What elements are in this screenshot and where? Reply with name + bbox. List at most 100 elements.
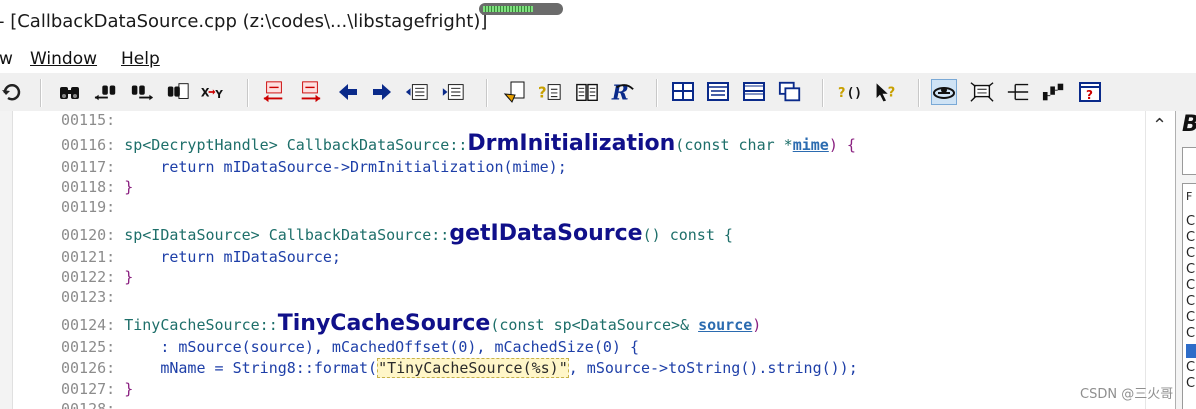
list-item[interactable]: C <box>1186 246 1195 261</box>
list-item[interactable]: C <box>1186 294 1195 309</box>
svg-text:Y: Y <box>214 89 223 101</box>
code-text: return mIDataSource; <box>124 248 341 266</box>
code-editor[interactable]: 00115: 00116: sp<DecryptHandle> Callback… <box>13 111 1145 409</box>
scroll-up-icon[interactable]: ⌃ <box>1152 115 1167 136</box>
line-number: 00122: <box>61 268 116 286</box>
menu-window[interactable]: Window <box>30 49 97 69</box>
browse-icon[interactable] <box>931 79 957 105</box>
list-item[interactable]: C <box>1186 326 1195 341</box>
indent-icon[interactable] <box>405 80 429 104</box>
code-line: 00120: sp<IDataSource> CallbackDataSourc… <box>61 221 733 246</box>
panel-search-input[interactable] <box>1182 147 1196 175</box>
help-window-icon[interactable]: ? <box>1078 80 1102 104</box>
svg-text:?: ? <box>1086 88 1093 102</box>
list-header: F <box>1186 190 1193 203</box>
tree-icon[interactable] <box>1006 80 1030 104</box>
symbol-list[interactable]: F C C C C C C C C C C <box>1182 183 1196 409</box>
code-line: 00128: <box>61 400 115 409</box>
code-prefix: sp<DecryptHandle> CallbackDataSource:: <box>124 136 468 154</box>
outdent-icon[interactable] <box>441 80 465 104</box>
window-panel-icon[interactable] <box>706 80 730 104</box>
title-bar: - [CallbackDataSource.cpp (z:\codes\...\… <box>0 0 1196 44</box>
watermark: CSDN @三火哥 <box>1080 387 1174 402</box>
code-line: 00126: mName = String8::format("TinyCach… <box>61 358 858 378</box>
progress-indicator <box>479 3 563 15</box>
code-params: (const sp<DataSource>& <box>490 316 699 334</box>
code-line: 00125: : mSource(source), mCachedOffset(… <box>61 338 639 356</box>
list-item[interactable]: C <box>1186 214 1195 229</box>
list-item[interactable]: C <box>1186 230 1195 245</box>
back-arrow-icon[interactable] <box>336 80 360 104</box>
menu-view[interactable]: w <box>0 49 13 69</box>
toolbar: XY ? R ?() ? ? <box>0 73 1196 112</box>
find-icon[interactable] <box>58 80 82 104</box>
graph-icon[interactable] <box>1042 80 1066 104</box>
string-literal: "TinyCacheSource(%s)" <box>377 358 569 378</box>
menu-bar: w Window Help <box>0 46 1196 72</box>
line-number: 00127: <box>61 380 116 398</box>
svg-text:?: ? <box>538 85 547 102</box>
layout-icon[interactable] <box>970 80 994 104</box>
window-title: - [CallbackDataSource.cpp (z:\codes\...\… <box>0 11 488 32</box>
line-number: 00124: <box>61 316 116 334</box>
code-line: 00122: } <box>61 268 133 286</box>
code-suffix: ) <box>752 316 762 334</box>
book-icon[interactable] <box>575 80 599 104</box>
window-tile-icon[interactable] <box>671 80 695 104</box>
line-number: 00118: <box>61 178 116 196</box>
code-params: () const { <box>642 226 733 244</box>
project-icon[interactable] <box>503 80 527 104</box>
svg-text:X: X <box>201 86 210 99</box>
function-name[interactable]: TinyCacheSource <box>278 311 491 336</box>
bookmark-prev-icon[interactable] <box>262 80 286 104</box>
code-text: return mIDataSource->DrmInitialization(m… <box>124 158 567 176</box>
code-text: } <box>124 178 134 196</box>
code-line: 00116: sp<DecryptHandle> CallbackDataSou… <box>61 131 856 156</box>
list-item[interactable]: C <box>1186 278 1195 293</box>
menu-help[interactable]: Help <box>121 49 160 69</box>
code-text: } <box>124 268 134 286</box>
menu-window-label: Window <box>30 49 98 69</box>
code-line: 00124: TinyCacheSource::TinyCacheSource(… <box>61 311 761 336</box>
code-line: 00115: <box>61 111 115 129</box>
function-name[interactable]: DrmInitialization <box>467 131 675 156</box>
line-number: 00119: <box>61 198 116 216</box>
line-number: 00128: <box>61 400 116 409</box>
code-suffix: , mSource->toString().string()); <box>568 359 858 377</box>
list-item-selected[interactable] <box>1186 344 1196 358</box>
line-number: 00123: <box>61 288 116 306</box>
list-item[interactable]: C <box>1186 262 1195 277</box>
window-split-icon[interactable] <box>742 80 766 104</box>
code-text: } <box>124 380 134 398</box>
vertical-scrollbar[interactable]: ⌃ <box>1145 111 1175 409</box>
code-line: 00121: return mIDataSource; <box>61 248 341 266</box>
bookmark-next-icon[interactable] <box>298 80 322 104</box>
code-line: 00117: return mIDataSource->DrmInitializ… <box>61 158 567 176</box>
code-prefix: TinyCacheSource:: <box>124 316 278 334</box>
lookup-icon[interactable]: ?() <box>838 80 862 104</box>
code-suffix: ) { <box>828 136 856 154</box>
find-next-icon[interactable] <box>130 80 154 104</box>
symbol-icon[interactable]: ? <box>538 80 562 104</box>
context-help-icon[interactable]: ? <box>874 80 898 104</box>
code-line: 00119: <box>61 198 115 216</box>
list-item[interactable]: C <box>1186 376 1195 391</box>
function-name[interactable]: getIDataSource <box>449 221 642 246</box>
find-in-files-icon[interactable] <box>166 80 190 104</box>
code-prefix: sp<IDataSource> CallbackDataSource:: <box>124 226 450 244</box>
list-item[interactable]: C <box>1186 310 1195 325</box>
list-item[interactable]: C <box>1186 360 1195 375</box>
refresh-icon[interactable] <box>0 80 24 104</box>
window-cascade-icon[interactable] <box>778 80 802 104</box>
line-number: 00125: <box>61 338 116 356</box>
relation-icon[interactable]: R <box>611 80 635 104</box>
param-name[interactable]: source <box>698 316 752 334</box>
symbol-panel: B F C C C C C C C C C C <box>1175 111 1196 409</box>
line-number: 00117: <box>61 158 116 176</box>
svg-text:?: ? <box>838 86 845 101</box>
param-name[interactable]: mime <box>793 136 829 154</box>
forward-arrow-icon[interactable] <box>370 80 394 104</box>
replace-icon[interactable]: XY <box>200 80 224 104</box>
find-prev-icon[interactable] <box>94 80 118 104</box>
svg-text:?: ? <box>888 85 895 100</box>
